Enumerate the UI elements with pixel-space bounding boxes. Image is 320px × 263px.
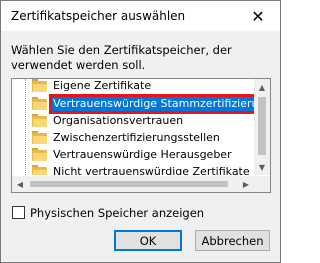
- tree-item-label: Vertrauenswürdige Herausgeber: [53, 148, 232, 161]
- folder-icon: [32, 165, 48, 175]
- tree-item-organisationsvertrauen[interactable]: Organisationsvertrauen: [12, 113, 254, 129]
- folder-icon: [32, 79, 48, 92]
- tree-item-nicht-vertrauenswuerdige-zertifikate[interactable]: Nicht vertrauenswürdige Zertifikate: [12, 164, 254, 175]
- show-physical-store-checkbox[interactable]: Physischen Speicher anzeigen: [12, 205, 204, 220]
- tree-rows: Eigene Zertifikate Vertrauenswürdige Sta…: [12, 79, 254, 175]
- scroll-down-icon[interactable]: ▼: [254, 159, 270, 175]
- checkbox-label: Physischen Speicher anzeigen: [30, 205, 205, 220]
- tree-item-label: Zwischenzertifizierungsstellen: [53, 131, 220, 144]
- tree-item-vertrauenswuerdige-herausgeber[interactable]: Vertrauenswürdige Herausgeber: [12, 147, 254, 163]
- folder-icon: [32, 148, 48, 161]
- title-bar: Zertifikatspeicher auswählen ✕: [1, 1, 280, 31]
- close-icon[interactable]: ✕: [236, 1, 280, 31]
- folder-icon: [32, 131, 48, 144]
- tree-item-label: Organisationsvertrauen: [53, 114, 184, 127]
- scrollbar-corner: [254, 176, 270, 192]
- horizontal-scroll-thumb[interactable]: [30, 181, 228, 187]
- checkbox-box[interactable]: [12, 206, 25, 219]
- certificate-store-tree[interactable]: Eigene Zertifikate Vertrauenswürdige Sta…: [11, 78, 271, 193]
- scroll-left-icon[interactable]: ◀: [12, 176, 28, 192]
- vertical-scrollbar[interactable]: ▲ ▼: [254, 79, 270, 175]
- tree-item-label: Nicht vertrauenswürdige Zertifikate: [53, 165, 250, 175]
- folder-icon: [32, 97, 48, 110]
- description-text: Wählen Sie den Zertifikatspeicher, der v…: [11, 43, 232, 72]
- vertical-scroll-thumb[interactable]: [258, 97, 266, 155]
- select-certificate-store-dialog: Zertifikatspeicher auswählen ✕ Wählen Si…: [0, 0, 281, 263]
- tree-item-label: Eigene Zertifikate: [53, 79, 152, 92]
- folder-icon: [32, 114, 48, 127]
- scroll-up-icon[interactable]: ▲: [254, 79, 270, 95]
- tree-item-zwischenzertifizierungsstellen[interactable]: Zwischenzertifizierungsstellen: [12, 130, 254, 146]
- cancel-button[interactable]: Abbrechen: [195, 230, 270, 251]
- tree-item-label: Vertrauenswürdige Stammzertifizierungs: [51, 97, 254, 111]
- horizontal-scrollbar[interactable]: ◀ ▶: [12, 176, 254, 192]
- ok-button[interactable]: OK: [114, 230, 182, 251]
- tree-item-vertrauenswuerdige-stammzertifizierungsstellen[interactable]: Vertrauenswürdige Stammzertifizierungs: [12, 96, 254, 112]
- tree-item-eigene-zertifikate[interactable]: Eigene Zertifikate: [12, 79, 254, 94]
- scroll-right-icon[interactable]: ▶: [238, 176, 254, 192]
- dialog-title: Zertifikatspeicher auswählen: [11, 9, 186, 23]
